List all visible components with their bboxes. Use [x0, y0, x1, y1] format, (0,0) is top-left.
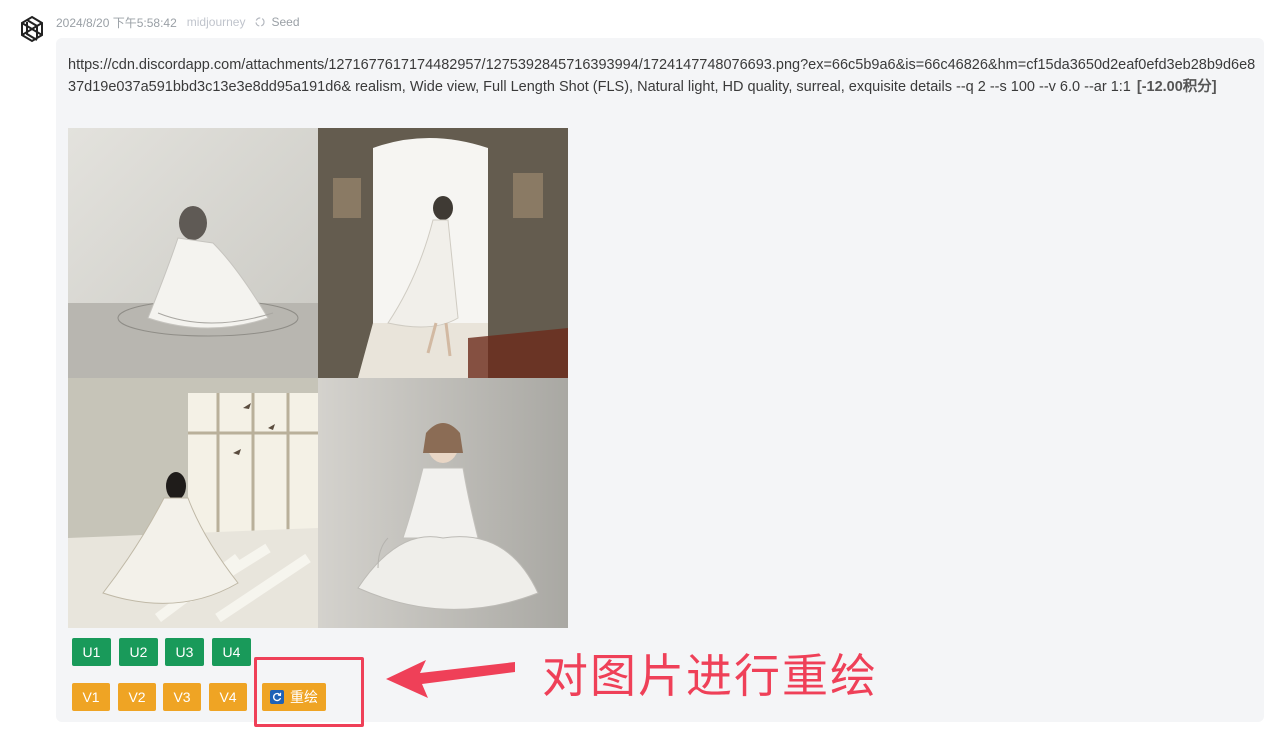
upscale-button-u1[interactable]: U1: [72, 638, 111, 666]
variation-button-v1[interactable]: V1: [72, 683, 110, 711]
annotation-text: 对图片进行重绘: [542, 649, 878, 703]
image-4-girl-seated-white-dress[interactable]: [318, 378, 568, 628]
seed-label: Seed: [271, 15, 300, 29]
image-1-sitting-girl-grey-room[interactable]: [68, 128, 318, 378]
variation-button-v2[interactable]: V2: [118, 683, 156, 711]
seed-button[interactable]: Seed: [255, 15, 300, 29]
arrow-icon: [380, 652, 520, 707]
image-2-girl-walking-to-doorway[interactable]: [318, 128, 568, 378]
variation-button-v3[interactable]: V3: [163, 683, 201, 711]
cost-badge: [-12.00积分]: [1136, 79, 1217, 95]
model-name: midjourney: [186, 15, 246, 29]
message-meta: 2024/8/20 下午5:58:42 midjourney Seed: [56, 14, 300, 30]
upscale-button-u3[interactable]: U3: [165, 638, 204, 666]
message-bubble: https://cdn.discordapp.com/attachments/1…: [56, 38, 1264, 722]
prompt-text: https://cdn.discordapp.com/attachments/1…: [68, 54, 1258, 98]
upscale-button-u4[interactable]: U4: [212, 638, 251, 666]
assistant-avatar-openai-icon: [16, 14, 48, 46]
redraw-highlight-box: [254, 657, 364, 727]
variation-button-v4[interactable]: V4: [209, 683, 247, 711]
message-timestamp: 2024/8/20 下午5:58:42: [56, 15, 177, 30]
upscale-button-u2[interactable]: U2: [119, 638, 158, 666]
prompt-body: https://cdn.discordapp.com/attachments/1…: [68, 57, 1256, 95]
seed-icon: [255, 17, 266, 27]
image-3-girl-by-window-birds[interactable]: [68, 378, 318, 628]
image-grid[interactable]: [68, 128, 568, 628]
